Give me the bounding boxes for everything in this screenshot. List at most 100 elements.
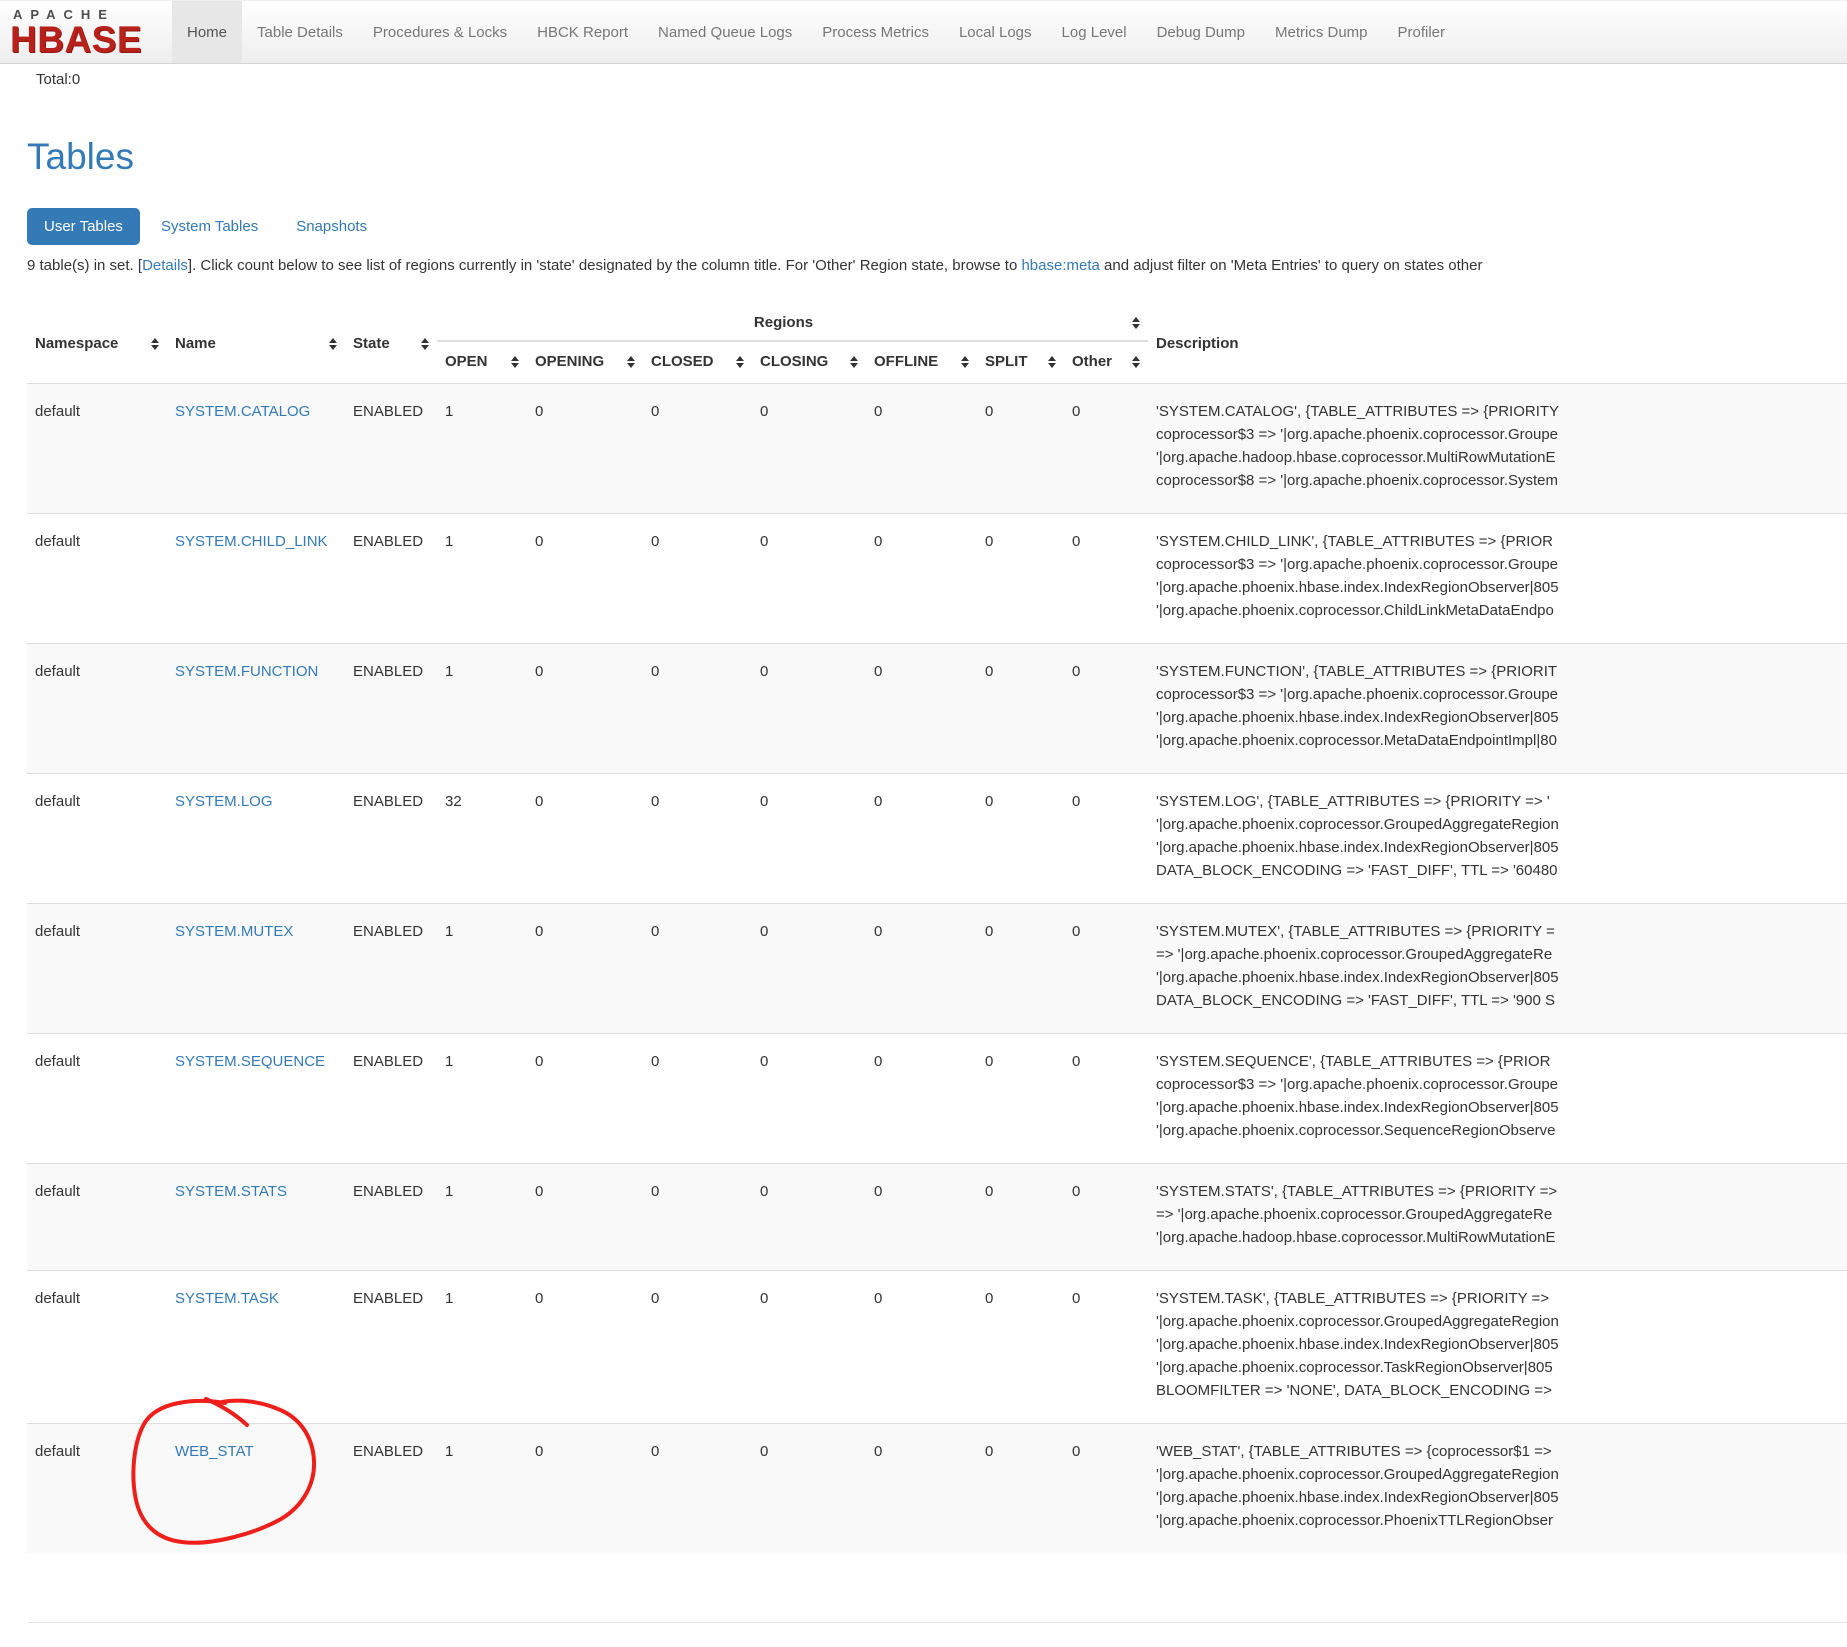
cell-split[interactable]: 0	[977, 644, 1064, 774]
cell-opening[interactable]: 0	[527, 1034, 643, 1164]
table-name-link[interactable]: SYSTEM.MUTEX	[175, 923, 293, 940]
cell-other[interactable]: 0	[1064, 774, 1148, 904]
sort-icon[interactable]	[329, 338, 337, 350]
cell-offline[interactable]: 0	[866, 1164, 977, 1271]
column-header-open[interactable]: OPEN	[437, 341, 527, 384]
sort-icon[interactable]	[961, 356, 969, 368]
cell-other[interactable]: 0	[1064, 1034, 1148, 1164]
cell-opening[interactable]: 0	[527, 1424, 643, 1554]
cell-other[interactable]: 0	[1064, 1271, 1148, 1424]
table-name-link[interactable]: WEB_STAT	[175, 1443, 254, 1460]
cell-open[interactable]: 1	[437, 1164, 527, 1271]
cell-offline[interactable]: 0	[866, 774, 977, 904]
tab-system-tables[interactable]: System Tables	[144, 208, 275, 245]
cell-split[interactable]: 0	[977, 514, 1064, 644]
nav-item-profiler[interactable]: Profiler	[1383, 1, 1461, 63]
nav-item-named-queue-logs[interactable]: Named Queue Logs	[643, 1, 807, 63]
sort-icon[interactable]	[421, 338, 429, 350]
sort-icon[interactable]	[850, 356, 858, 368]
cell-other[interactable]: 0	[1064, 1424, 1148, 1554]
cell-opening[interactable]: 0	[527, 904, 643, 1034]
nav-item-log-level[interactable]: Log Level	[1047, 1, 1142, 63]
cell-closed[interactable]: 0	[643, 774, 752, 904]
cell-offline[interactable]: 0	[866, 1424, 977, 1554]
cell-split[interactable]: 0	[977, 1424, 1064, 1554]
nav-item-procedures-locks[interactable]: Procedures & Locks	[358, 1, 522, 63]
cell-other[interactable]: 0	[1064, 514, 1148, 644]
sort-icon[interactable]	[1048, 356, 1056, 368]
sort-icon[interactable]	[627, 356, 635, 368]
cell-closing[interactable]: 0	[752, 1424, 866, 1554]
column-header-name[interactable]: Name	[167, 304, 345, 384]
cell-closed[interactable]: 0	[643, 1271, 752, 1424]
sort-icon[interactable]	[511, 356, 519, 368]
cell-split[interactable]: 0	[977, 904, 1064, 1034]
cell-split[interactable]: 0	[977, 1271, 1064, 1424]
cell-closing[interactable]: 0	[752, 774, 866, 904]
cell-closing[interactable]: 0	[752, 644, 866, 774]
cell-opening[interactable]: 0	[527, 644, 643, 774]
cell-split[interactable]: 0	[977, 1164, 1064, 1271]
cell-open[interactable]: 1	[437, 644, 527, 774]
column-header-namespace[interactable]: Namespace	[27, 304, 167, 384]
column-header-closing[interactable]: CLOSING	[752, 341, 866, 384]
cell-opening[interactable]: 0	[527, 1164, 643, 1271]
table-name-link[interactable]: SYSTEM.LOG	[175, 793, 273, 810]
cell-open[interactable]: 1	[437, 1034, 527, 1164]
column-header-opening[interactable]: OPENING	[527, 341, 643, 384]
cell-opening[interactable]: 0	[527, 1271, 643, 1424]
cell-closing[interactable]: 0	[752, 1271, 866, 1424]
table-name-link[interactable]: SYSTEM.FUNCTION	[175, 663, 318, 680]
cell-other[interactable]: 0	[1064, 384, 1148, 514]
sort-icon[interactable]	[736, 356, 744, 368]
cell-split[interactable]: 0	[977, 1034, 1064, 1164]
column-header-offline[interactable]: OFFLINE	[866, 341, 977, 384]
tab-user-tables[interactable]: User Tables	[27, 208, 140, 245]
cell-open[interactable]: 1	[437, 1424, 527, 1554]
cell-closed[interactable]: 0	[643, 1034, 752, 1164]
cell-open[interactable]: 32	[437, 774, 527, 904]
hbase-logo[interactable]: APACHE HBASE	[0, 1, 172, 63]
cell-offline[interactable]: 0	[866, 1271, 977, 1424]
table-name-link[interactable]: SYSTEM.SEQUENCE	[175, 1053, 325, 1070]
cell-closed[interactable]: 0	[643, 384, 752, 514]
cell-open[interactable]: 1	[437, 904, 527, 1034]
table-name-link[interactable]: SYSTEM.CATALOG	[175, 403, 310, 420]
cell-opening[interactable]: 0	[527, 384, 643, 514]
table-name-link[interactable]: SYSTEM.CHILD_LINK	[175, 533, 328, 550]
cell-closing[interactable]: 0	[752, 1164, 866, 1271]
nav-item-home[interactable]: Home	[172, 1, 242, 63]
cell-open[interactable]: 1	[437, 514, 527, 644]
cell-opening[interactable]: 0	[527, 774, 643, 904]
nav-item-debug-dump[interactable]: Debug Dump	[1142, 1, 1260, 63]
hbase-meta-link[interactable]: hbase:meta	[1021, 257, 1099, 274]
nav-item-process-metrics[interactable]: Process Metrics	[807, 1, 944, 63]
cell-offline[interactable]: 0	[866, 644, 977, 774]
nav-item-metrics-dump[interactable]: Metrics Dump	[1260, 1, 1383, 63]
cell-closing[interactable]: 0	[752, 514, 866, 644]
cell-split[interactable]: 0	[977, 774, 1064, 904]
cell-split[interactable]: 0	[977, 384, 1064, 514]
cell-closed[interactable]: 0	[643, 1164, 752, 1271]
tab-snapshots[interactable]: Snapshots	[279, 208, 384, 245]
nav-item-table-details[interactable]: Table Details	[242, 1, 358, 63]
cell-closing[interactable]: 0	[752, 384, 866, 514]
cell-offline[interactable]: 0	[866, 384, 977, 514]
details-link[interactable]: Details	[142, 257, 188, 274]
cell-closed[interactable]: 0	[643, 1424, 752, 1554]
nav-item-local-logs[interactable]: Local Logs	[944, 1, 1047, 63]
column-header-split[interactable]: SPLIT	[977, 341, 1064, 384]
cell-offline[interactable]: 0	[866, 904, 977, 1034]
cell-closed[interactable]: 0	[643, 644, 752, 774]
cell-closed[interactable]: 0	[643, 514, 752, 644]
sort-icon[interactable]	[151, 338, 159, 350]
table-name-link[interactable]: SYSTEM.TASK	[175, 1290, 279, 1307]
column-header-state[interactable]: State	[345, 304, 437, 384]
sort-icon[interactable]	[1132, 317, 1140, 329]
cell-other[interactable]: 0	[1064, 904, 1148, 1034]
nav-item-hbck-report[interactable]: HBCK Report	[522, 1, 643, 63]
sort-icon[interactable]	[1132, 356, 1140, 368]
cell-other[interactable]: 0	[1064, 644, 1148, 774]
column-header-closed[interactable]: CLOSED	[643, 341, 752, 384]
column-header-other[interactable]: Other	[1064, 341, 1148, 384]
